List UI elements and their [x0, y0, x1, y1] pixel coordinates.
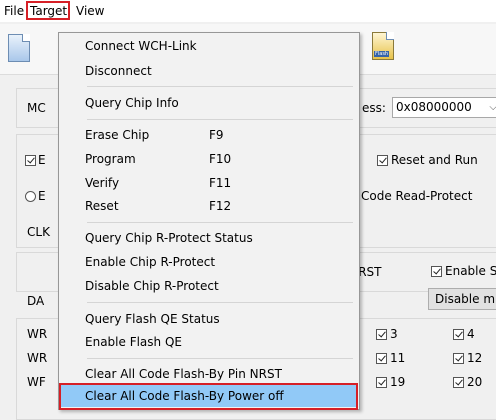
menu-item-verify[interactable]: Verify: [85, 176, 119, 190]
enable-s-label: Enable S: [445, 264, 496, 278]
option-e-label: E: [38, 153, 46, 167]
menu-view[interactable]: View: [76, 3, 104, 19]
disable-mu-label: Disable mu: [435, 292, 496, 306]
mcu-label: MC: [27, 101, 46, 115]
code-read-protect-label: Code Read-Protect: [361, 189, 473, 203]
address-combo[interactable]: 0x08000000 ⌵: [392, 97, 496, 118]
menu-separator: [87, 358, 353, 359]
wr-checkbox-label: 20: [467, 375, 483, 389]
menu-separator: [87, 86, 353, 87]
menu-item-enable-chip-r-protect[interactable]: Enable Chip R-Protect: [85, 255, 215, 269]
menu-item-query-chip-r-protect-status[interactable]: Query Chip R-Protect Status: [85, 231, 253, 245]
wr-label: WR: [27, 327, 48, 341]
clk-label: CLK: [27, 225, 50, 239]
menu-item-clear-flash-by-pin-nrst[interactable]: Clear All Code Flash-By Pin NRST: [85, 367, 282, 381]
menu-item-query-chip-info[interactable]: Query Chip Info: [85, 96, 179, 110]
shortcut-f11: F11: [209, 176, 232, 190]
disable-mu-button[interactable]: Disable mu: [428, 288, 496, 310]
menu-item-connect-wch-link[interactable]: Connect WCH-Link: [85, 39, 197, 53]
menu-bar: File Target View: [0, 0, 496, 22]
menu-item-query-flash-qe-status[interactable]: Query Flash QE Status: [85, 312, 220, 326]
wr-checkbox-label: 11: [390, 351, 406, 365]
menu-separator: [87, 302, 353, 303]
wr-label: WR: [27, 351, 48, 365]
wr-checkbox-19[interactable]: [376, 377, 387, 388]
flash-icon[interactable]: Flash: [372, 32, 394, 60]
da-label: DA: [27, 294, 45, 308]
wr-checkbox-11[interactable]: [376, 353, 387, 364]
wr-checkbox-3[interactable]: [376, 329, 387, 340]
menu-item-disable-chip-r-protect[interactable]: Disable Chip R-Protect: [85, 279, 219, 293]
wr-checkbox-20[interactable]: [453, 377, 464, 388]
reset-and-run-label: Reset and Run: [391, 153, 478, 167]
enable-s-checkbox[interactable]: [431, 266, 442, 277]
menu-item-reset[interactable]: Reset: [85, 199, 119, 213]
chevron-down-icon: ⌵: [489, 102, 496, 113]
radio-e-label: E: [38, 189, 46, 203]
option-e-checkbox[interactable]: [25, 155, 36, 166]
document-icon[interactable]: [8, 34, 30, 62]
wr-checkbox-label: 19: [390, 375, 406, 389]
menu-item-disconnect[interactable]: Disconnect: [85, 64, 152, 78]
shortcut-f10: F10: [209, 152, 232, 166]
wr-checkbox-4[interactable]: [453, 329, 464, 340]
target-dropdown-menu: Connect WCH-Link Disconnect Query Chip I…: [58, 32, 360, 410]
shortcut-f9: F9: [209, 128, 224, 142]
flash-icon-label: Flash: [374, 51, 390, 57]
address-label: ess:: [362, 101, 386, 115]
menu-item-program[interactable]: Program: [85, 152, 136, 166]
reset-and-run-checkbox[interactable]: [377, 155, 388, 166]
menu-separator: [87, 119, 353, 120]
selected-item-annotation-box: [59, 383, 358, 410]
wr-checkbox-12[interactable]: [453, 353, 464, 364]
shortcut-f12: F12: [209, 199, 232, 213]
menu-file[interactable]: File: [4, 3, 24, 19]
menu-item-enable-flash-qe[interactable]: Enable Flash QE: [85, 335, 182, 349]
menu-item-erase-chip[interactable]: Erase Chip: [85, 128, 149, 142]
wr-checkbox-label: 3: [390, 327, 398, 341]
menu-separator: [87, 222, 353, 223]
target-annotation-box: [26, 1, 70, 20]
wr-checkbox-label: 4: [467, 327, 475, 341]
wr-checkbox-label: 12: [467, 351, 483, 365]
wr-label: WF: [27, 375, 46, 389]
option-e-radio[interactable]: [25, 191, 36, 202]
address-value: 0x08000000: [396, 100, 472, 114]
